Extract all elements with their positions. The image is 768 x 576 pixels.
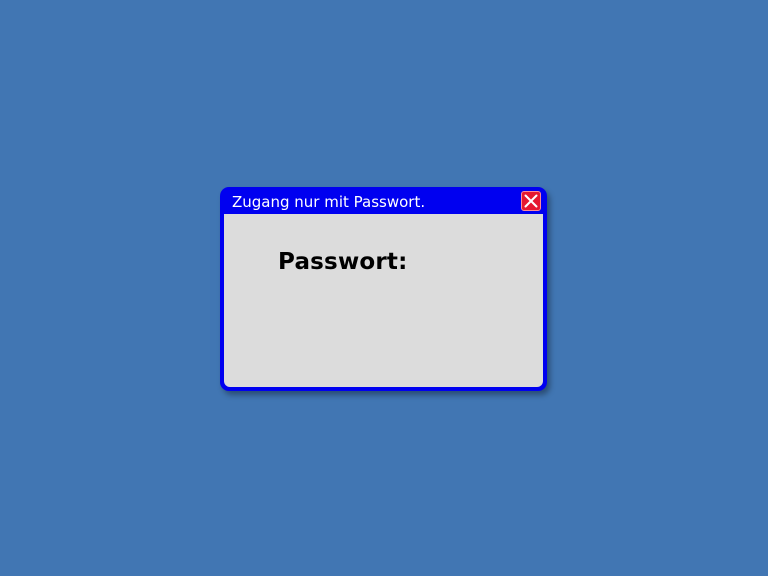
- password-dialog: Zugang nur mit Passwort. Passwort:: [220, 187, 547, 391]
- close-icon: [524, 194, 538, 208]
- close-button[interactable]: [521, 191, 541, 211]
- password-label: Passwort:: [278, 249, 408, 275]
- desktop: { "colors": { "desktop": "#4176b3", "win…: [0, 0, 768, 576]
- dialog-body: Passwort:: [224, 214, 543, 387]
- dialog-title: Zugang nur mit Passwort.: [232, 193, 426, 211]
- dialog-titlebar[interactable]: Zugang nur mit Passwort.: [224, 190, 543, 214]
